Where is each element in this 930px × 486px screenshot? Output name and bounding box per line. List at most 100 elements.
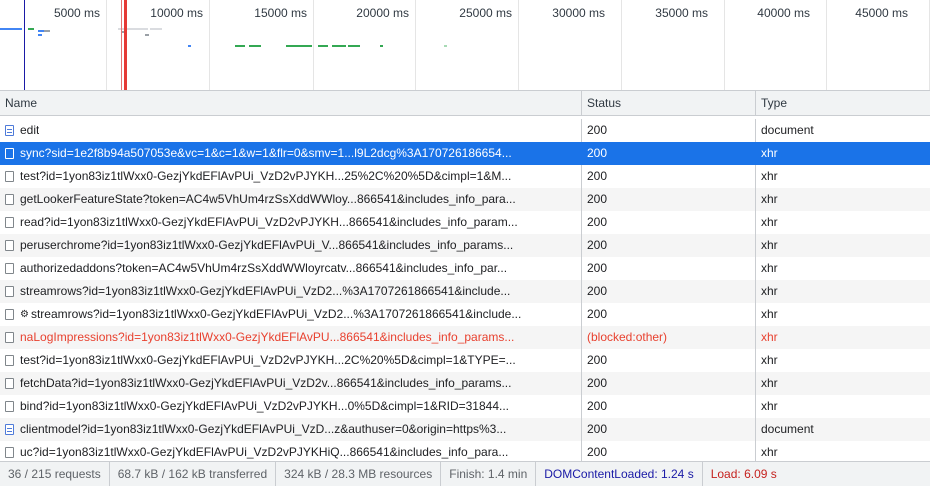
waterfall-bar <box>235 45 245 47</box>
request-type: xhr <box>761 284 778 298</box>
request-type: xhr <box>761 376 778 390</box>
request-type: xhr <box>761 169 778 183</box>
table-row-selected[interactable]: sync?sid=1e2f8b94a507053e&vc=1&c=1&w=1&f… <box>0 142 930 165</box>
request-type: xhr <box>761 399 778 413</box>
xhr-icon <box>5 332 14 343</box>
table-row[interactable]: getLookerFeatureState?token=AC4w5VhUm4rz… <box>0 188 930 211</box>
table-row[interactable]: clientmodel?id=1yon83iz1tlWxx0-GezjYkdEF… <box>0 418 930 441</box>
xhr-icon <box>5 378 14 389</box>
timeline-tick <box>106 0 107 90</box>
timeline-tick-label: 30000 ms <box>552 6 605 20</box>
request-type: document <box>761 123 814 137</box>
document-icon <box>5 125 14 136</box>
column-header-status[interactable]: Status <box>582 91 756 115</box>
table-row[interactable]: streamrows?id=1yon83iz1tlWxx0-GezjYkdEFl… <box>0 280 930 303</box>
request-status: 200 <box>582 165 756 188</box>
column-header-name[interactable]: Name <box>0 91 582 115</box>
request-status: 200 <box>582 234 756 257</box>
request-status: 200 <box>582 418 756 441</box>
finish-time: Finish: 1.4 min <box>441 461 537 486</box>
waterfall-bar <box>332 45 346 47</box>
waterfall-bar <box>188 45 191 47</box>
waterfall-bar <box>44 30 50 32</box>
waterfall-bar <box>318 45 328 47</box>
transferred-size: 68.7 kB / 162 kB transferred <box>110 461 277 486</box>
request-type: xhr <box>761 307 778 321</box>
table-row[interactable]: ⚙ streamrows?id=1yon83iz1tlWxx0-GezjYkdEF… <box>0 303 930 326</box>
xhr-icon <box>5 217 14 228</box>
resources-size: 324 kB / 28.3 MB resources <box>276 461 442 486</box>
xhr-icon <box>5 240 14 251</box>
waterfall-bar <box>28 28 34 30</box>
column-header-type[interactable]: Type <box>756 91 930 115</box>
timeline-tick <box>209 0 210 90</box>
request-type: xhr <box>761 192 778 206</box>
table-row[interactable]: read?id=1yon83iz1tlWxx0-GezjYkdEFlAvPUi_… <box>0 211 930 234</box>
timeline-tick <box>313 0 314 90</box>
load-marker <box>124 0 127 90</box>
request-name: sync?sid=1e2f8b94a507053e&vc=1&c=1&w=1&f… <box>20 146 512 160</box>
gear-icon: ⚙ <box>20 309 29 320</box>
xhr-icon <box>5 309 14 320</box>
table-row-error[interactable]: naLogImpressions?id=1yon83iz1tlWxx0-Gezj… <box>0 326 930 349</box>
table-row[interactable]: edit 200 document <box>0 119 930 142</box>
request-name: edit <box>20 123 40 137</box>
request-name: test?id=1yon83iz1tlWxx0-GezjYkdEFlAvPUi_… <box>20 169 512 183</box>
request-status: 200 <box>582 349 756 372</box>
request-type: xhr <box>761 146 778 160</box>
table-row[interactable]: test?id=1yon83iz1tlWxx0-GezjYkdEFlAvPUi_… <box>0 349 930 372</box>
timeline-tick-label: 45000 ms <box>855 6 908 20</box>
table-row[interactable]: test?id=1yon83iz1tlWxx0-GezjYkdEFlAvPUi_… <box>0 165 930 188</box>
request-status: 200 <box>582 119 756 142</box>
request-name: streamrows?id=1yon83iz1tlWxx0-GezjYkdEFl… <box>20 284 511 298</box>
timeline-tick-label: 40000 ms <box>757 6 810 20</box>
load-time: Load: 6.09 s <box>710 466 777 481</box>
request-name: uc?id=1yon83iz1tlWxx0-GezjYkdEFlAvPUi_Vz… <box>20 445 509 459</box>
request-type: xhr <box>761 330 778 344</box>
xhr-icon <box>5 286 14 297</box>
xhr-icon <box>5 171 14 182</box>
table-row[interactable]: uc?id=1yon83iz1tlWxx0-GezjYkdEFlAvPUi_Vz… <box>0 441 930 461</box>
request-type: xhr <box>761 353 778 367</box>
table-row[interactable]: authorizedaddons?token=AC4w5VhUm4rzSsXdd… <box>0 257 930 280</box>
table-row[interactable]: fetchData?id=1yon83iz1tlWxx0-GezjYkdEFlA… <box>0 372 930 395</box>
request-type: document <box>761 422 814 436</box>
requests-table: Name Status Type edit 200 document sync?… <box>0 91 930 461</box>
waterfall-bar <box>348 45 360 47</box>
dom-content-loaded-time: DOMContentLoaded: 1.24 s <box>536 461 703 486</box>
waterfall-bar <box>0 28 22 30</box>
xhr-icon <box>5 148 14 159</box>
waterfall-bar <box>118 28 148 30</box>
overview-timeline[interactable]: 5000 ms 10000 ms 15000 ms 20000 ms 25000… <box>0 0 930 91</box>
request-name: peruserchrome?id=1yon83iz1tlWxx0-GezjYkd… <box>20 238 514 252</box>
load-marker <box>121 0 122 90</box>
request-name: getLookerFeatureState?token=AC4w5VhUm4rz… <box>20 192 516 206</box>
request-name: test?id=1yon83iz1tlWxx0-GezjYkdEFlAvPUi_… <box>20 353 516 367</box>
request-name: fetchData?id=1yon83iz1tlWxx0-GezjYkdEFlA… <box>20 376 512 390</box>
waterfall-bar <box>249 45 261 47</box>
waterfall-bar <box>380 45 383 47</box>
request-type: xhr <box>761 261 778 275</box>
xhr-icon <box>5 401 14 412</box>
waterfall-bar <box>444 45 447 47</box>
request-status: (blocked:other) <box>582 326 756 349</box>
waterfall-bar <box>145 34 149 36</box>
request-status: 200 <box>582 372 756 395</box>
table-row[interactable]: peruserchrome?id=1yon83iz1tlWxx0-GezjYkd… <box>0 234 930 257</box>
dom-content-loaded-marker <box>24 0 25 90</box>
waterfall-bar <box>150 28 162 30</box>
xhr-icon <box>5 355 14 366</box>
request-status: 200 <box>582 395 756 418</box>
waterfall-bar <box>38 34 42 36</box>
xhr-icon <box>5 194 14 205</box>
table-header: Name Status Type <box>0 91 930 116</box>
requests-count: 36 / 215 requests <box>0 461 110 486</box>
request-type: xhr <box>761 215 778 229</box>
request-name: bind?id=1yon83iz1tlWxx0-GezjYkdEFlAvPUi_… <box>20 399 510 413</box>
table-row[interactable]: bind?id=1yon83iz1tlWxx0-GezjYkdEFlAvPUi_… <box>0 395 930 418</box>
waterfall-bar <box>286 45 312 47</box>
document-icon <box>5 424 14 435</box>
request-status: 200 <box>582 188 756 211</box>
request-status: 200 <box>582 303 756 326</box>
xhr-icon <box>5 447 14 458</box>
